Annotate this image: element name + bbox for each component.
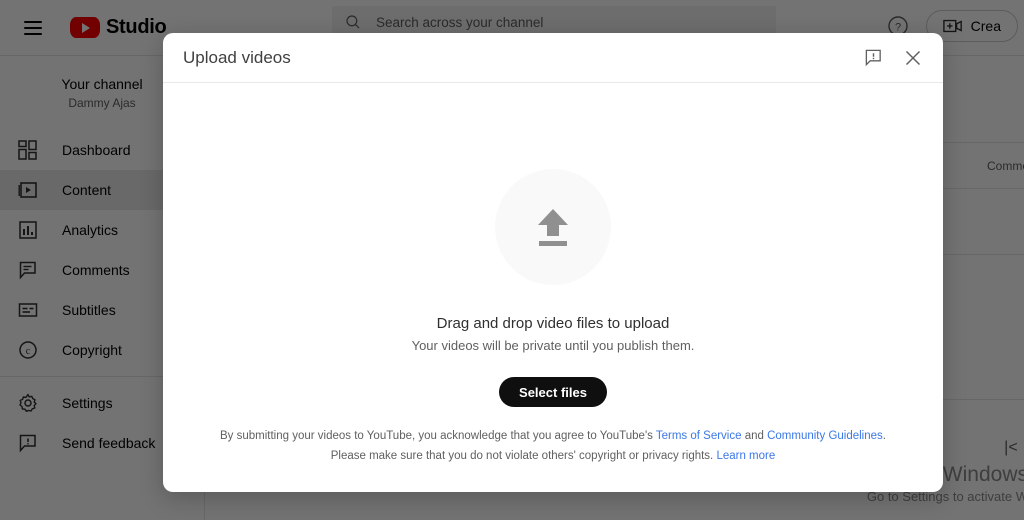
- upload-videos-dialog: Upload videos: [163, 33, 943, 492]
- upload-arrow-icon: [526, 200, 580, 254]
- dropzone-subtitle: Your videos will be private until you pu…: [412, 338, 695, 353]
- legal-text: By submitting your videos to YouTube, yo…: [163, 426, 943, 466]
- legal-line1-prefix: By submitting your videos to YouTube, yo…: [220, 430, 656, 442]
- select-files-button[interactable]: Select files: [499, 377, 607, 407]
- legal-line1-mid: and: [742, 430, 768, 442]
- dropzone-title: Drag and drop video files to upload: [437, 315, 670, 332]
- legal-line-2: Please make sure that you do not violate…: [203, 446, 903, 466]
- legal-line1-suffix: .: [883, 430, 886, 442]
- close-icon[interactable]: [901, 46, 925, 70]
- send-feedback-icon[interactable]: [861, 46, 885, 70]
- legal-line-1: By submitting your videos to YouTube, yo…: [203, 426, 903, 446]
- learn-more-link[interactable]: Learn more: [716, 450, 775, 462]
- screen: Studio Search across your channel ?: [0, 0, 1024, 520]
- dialog-title: Upload videos: [183, 48, 291, 68]
- legal-line2-prefix: Please make sure that you do not violate…: [331, 450, 717, 462]
- upload-dropzone[interactable]: [495, 169, 611, 285]
- dialog-body[interactable]: Drag and drop video files to upload Your…: [163, 83, 943, 492]
- dialog-header: Upload videos: [163, 33, 943, 83]
- dialog-header-actions: [861, 46, 925, 70]
- community-guidelines-link[interactable]: Community Guidelines: [767, 430, 883, 442]
- terms-of-service-link[interactable]: Terms of Service: [656, 430, 742, 442]
